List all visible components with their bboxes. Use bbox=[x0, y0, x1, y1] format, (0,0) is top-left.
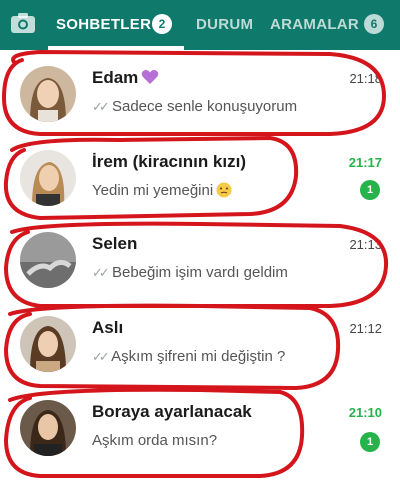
avatar[interactable] bbox=[20, 316, 76, 372]
chat-row-selen[interactable]: Selen ✓✓ Bebeğim işim vardı geldim 21:13 bbox=[0, 222, 400, 304]
active-tab-indicator bbox=[48, 46, 184, 50]
chat-time: 21:12 bbox=[349, 321, 382, 336]
chat-name: Boraya ayarlanacak bbox=[92, 402, 252, 421]
app-header: SOHBETLER 2 DURUM ARAMALAR 6 bbox=[0, 0, 400, 50]
tab-chats[interactable]: SOHBETLER bbox=[56, 16, 151, 33]
chat-time: 21:18 bbox=[349, 71, 382, 86]
chat-name: İrem (kiracının kızı) bbox=[92, 152, 246, 171]
chat-name: Aslı bbox=[92, 318, 124, 337]
chat-last-message: ✓✓ Aşkım şifreni mi değiştin ? bbox=[92, 348, 286, 365]
camera-icon[interactable] bbox=[10, 12, 36, 34]
tab-status[interactable]: DURUM bbox=[196, 16, 253, 33]
chat-last-message: Yedin mi yemeğini bbox=[92, 182, 232, 199]
chat-time: 21:17 bbox=[348, 155, 382, 170]
purple-heart-icon bbox=[142, 70, 159, 84]
chat-row-boraya[interactable]: Boraya ayarlanacak Aşkım orda mısın? 21:… bbox=[0, 388, 400, 470]
chat-time: 21:10 bbox=[348, 405, 382, 420]
chat-row-irem[interactable]: İrem (kiracının kızı) Yedin mi yemeğini … bbox=[0, 138, 400, 220]
tab-chats-badge: 2 bbox=[152, 14, 172, 34]
avatar[interactable] bbox=[20, 232, 76, 288]
chat-last-message: Aşkım orda mısın? bbox=[92, 432, 218, 449]
unread-count-badge: 1 bbox=[360, 180, 380, 200]
tab-calls[interactable]: ARAMALAR bbox=[270, 16, 359, 33]
avatar[interactable] bbox=[20, 400, 76, 456]
chat-row-asli[interactable]: Aslı ✓✓ Aşkım şifreni mi değiştin ? 21:1… bbox=[0, 304, 400, 386]
chat-name: Selen bbox=[92, 234, 138, 253]
tab-calls-badge: 6 bbox=[364, 14, 384, 34]
read-ticks-icon: ✓✓ bbox=[92, 265, 110, 280]
read-ticks-icon: ✓✓ bbox=[92, 349, 110, 364]
chat-time: 21:13 bbox=[349, 237, 382, 252]
chat-last-message: ✓✓ Bebeğim işim vardı geldim bbox=[92, 264, 288, 281]
avatar[interactable] bbox=[20, 66, 76, 122]
blushing-face-icon bbox=[216, 182, 232, 198]
chat-name: Edam bbox=[92, 68, 159, 88]
read-ticks-icon: ✓✓ bbox=[92, 99, 110, 114]
chat-row-edam[interactable]: Edam ✓✓ Sadece senle konuşuyorum 21:18 bbox=[0, 56, 400, 138]
unread-count-badge: 1 bbox=[360, 432, 380, 452]
chat-last-message: ✓✓ Sadece senle konuşuyorum bbox=[92, 98, 298, 115]
avatar[interactable] bbox=[20, 150, 76, 206]
